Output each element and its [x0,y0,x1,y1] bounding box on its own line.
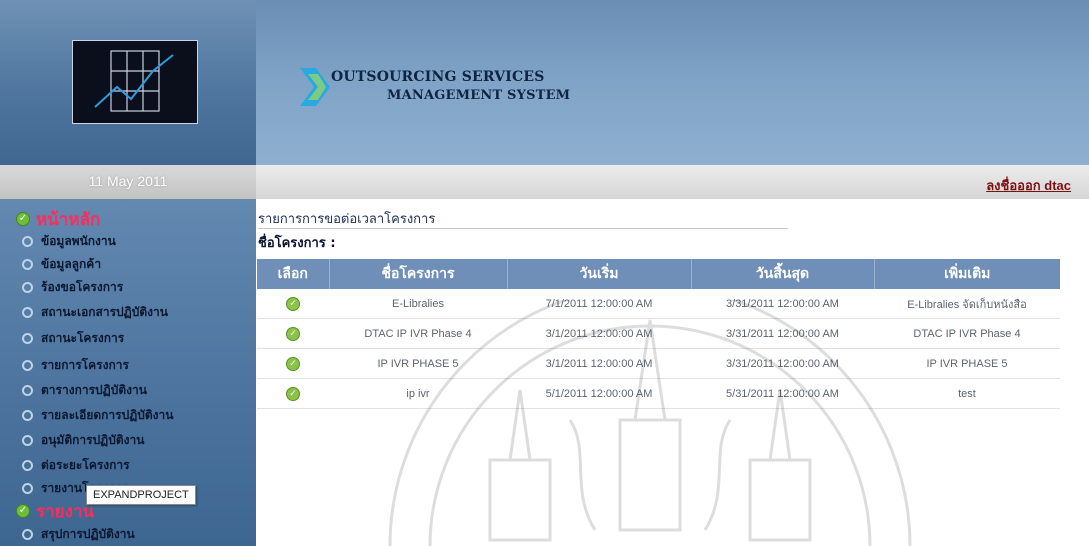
sidebar-item-label: สถานะโครงการ [41,330,125,345]
sidebar-item-label: ตารางการปฏิบัติงาน [41,382,147,397]
sidebar-item-request-project[interactable]: ร้องขอโครงการ [22,277,123,297]
page-title: รายการการขอต่อเวลาโครงการ [258,212,436,227]
more-cell: DTAC IP IVR Phase 4 [874,318,1060,349]
more-cell: test [874,378,1060,409]
bullet-icon [22,459,33,471]
sidebar-item-schedule[interactable]: ตารางการปฏิบัติงาน [22,380,147,400]
column-header-start-date: วันเริ่ม [507,259,692,289]
sidebar-section-home[interactable]: ✓ หน้าหลัก [16,208,100,230]
sidebar-item-label: สถานะเอกสารปฏิบัติงาน [41,304,168,319]
tooltip: EXPANDPROJECT [86,485,196,505]
system-title-line2: MANAGEMENT SYSTEM [387,87,571,103]
brand-arrow-icon [300,68,330,106]
bullet-icon [22,332,33,344]
chart-logo-icon [72,40,198,124]
select-cell: ✓ [257,318,329,349]
select-check-icon[interactable]: ✓ [286,296,300,311]
sidebar-item-approve[interactable]: อนุมัติการปฏิบัติงาน [22,430,144,450]
end-date-cell: 3/31/2011 12:00:00 AM [691,348,874,379]
start-date-cell: 7/1/2011 12:00:00 AM [507,289,691,319]
bullet-icon [22,384,33,396]
system-title: OUTSOURCING SERVICES MANAGEMENT SYSTEM [331,68,570,104]
project-name-cell: E-Libralies [329,289,507,319]
sidebar-item-project-status[interactable]: สถานะโครงการ [22,328,124,348]
sidebar-item-label: รายการโครงการ [41,357,129,372]
project-name-cell: DTAC IP IVR Phase 4 [329,318,507,349]
sidebar-item-project-list[interactable]: รายการโครงการ [22,355,129,375]
bullet-icon [22,258,33,270]
project-name-label: ชื่อโครงการ : [258,236,336,251]
start-date-cell: 5/1/2011 12:00:00 AM [507,378,691,409]
check-icon: ✓ [16,212,30,226]
logo-panel [0,0,256,165]
table-row: ✓ E-Libralies 7/1/2011 12:00:00 AM 3/31/… [257,289,1060,319]
sidebar-item-label: ต่อระยะโครงการ [41,457,130,472]
sidebar-item-customer[interactable]: ข้อมูลลูกค้า [22,254,101,274]
bullet-icon [22,528,33,540]
select-check-icon[interactable]: ✓ [286,326,300,341]
more-cell: E-Libralies จัดเก็บหนังสือ [874,289,1060,319]
select-cell: ✓ [257,378,329,409]
end-date-cell: 3/31/2011 12:00:00 AM [691,289,874,319]
top-toolbar: ลงชื่อออก dtac [256,165,1089,199]
project-name-cell: ip ivr [329,378,507,409]
select-check-icon[interactable]: ✓ [286,386,300,401]
sidebar-item-doc-status[interactable]: สถานะเอกสารปฏิบัติงาน [22,302,168,322]
project-name-cell: IP IVR PHASE 5 [329,348,507,379]
select-cell: ✓ [257,289,329,319]
sidebar-item-label: ข้อมูลลูกค้า [41,256,102,271]
end-date-cell: 3/31/2011 12:00:00 AM [691,318,874,349]
more-cell: IP IVR PHASE 5 [874,348,1060,379]
table-row: ✓ DTAC IP IVR Phase 4 3/1/2011 12:00:00 … [257,318,1060,349]
column-header-more: เพิ่มเติม [874,259,1060,289]
sidebar-item-label: สรุปการปฏิบัติงาน [41,526,135,541]
sidebar-item-label: อนุมัติการปฏิบัติงาน [41,432,145,447]
header-banner: OUTSOURCING SERVICES MANAGEMENT SYSTEM [256,0,1089,165]
sidebar-item-work-detail[interactable]: รายละเอียดการปฏิบัติงาน [22,405,173,425]
column-header-select: เลือก [257,259,330,289]
column-header-end-date: วันสิ้นสุด [691,259,875,289]
sidebar-item-employee[interactable]: ข้อมูลพนักงาน [22,231,116,251]
bullet-icon [22,281,33,293]
sidebar-section-label: หน้าหลัก [36,209,101,229]
logout-link[interactable]: ลงชื่อออก dtac [986,175,1071,196]
date-bar: 11 May 2011 [0,165,256,199]
bullet-icon [22,235,33,247]
bullet-icon [22,359,33,371]
bullet-icon [22,306,33,318]
start-date-cell: 3/1/2011 12:00:00 AM [507,348,691,379]
start-date-cell: 3/1/2011 12:00:00 AM [507,318,691,349]
sidebar-section-report[interactable]: ✓ รายงาน [16,500,94,522]
bullet-icon [22,409,33,421]
sidebar-item-label: ร้องขอโครงการ [41,279,124,294]
sidebar-item-extend-project[interactable]: ต่อระยะโครงการ [22,455,130,475]
table-row: ✓ IP IVR PHASE 5 3/1/2011 12:00:00 AM 3/… [257,348,1060,379]
divider [258,228,788,229]
select-cell: ✓ [257,348,329,379]
end-date-cell: 5/31/2011 12:00:00 AM [691,378,874,409]
sidebar-item-label: ข้อมูลพนักงาน [41,233,116,248]
select-check-icon[interactable]: ✓ [286,356,300,371]
sidebar-item-work-summary[interactable]: สรุปการปฏิบัติงาน [22,524,135,544]
bullet-icon [22,434,33,446]
extension-request-table: เลือก ชื่อโครงการ วันเริ่ม วันสิ้นสุด เพ… [257,259,1060,409]
table-row: ✓ ip ivr 5/1/2011 12:00:00 AM 5/31/2011 … [257,378,1060,409]
current-date: 11 May 2011 [88,173,168,189]
sidebar-item-label: รายละเอียดการปฏิบัติงาน [41,407,174,422]
column-header-project-name: ชื่อโครงการ [329,259,508,289]
bullet-icon [22,482,33,494]
system-title-line1: OUTSOURCING SERVICES [331,69,545,85]
table-header-row: เลือก ชื่อโครงการ วันเริ่ม วันสิ้นสุด เพ… [257,259,1060,289]
check-icon: ✓ [16,504,30,518]
